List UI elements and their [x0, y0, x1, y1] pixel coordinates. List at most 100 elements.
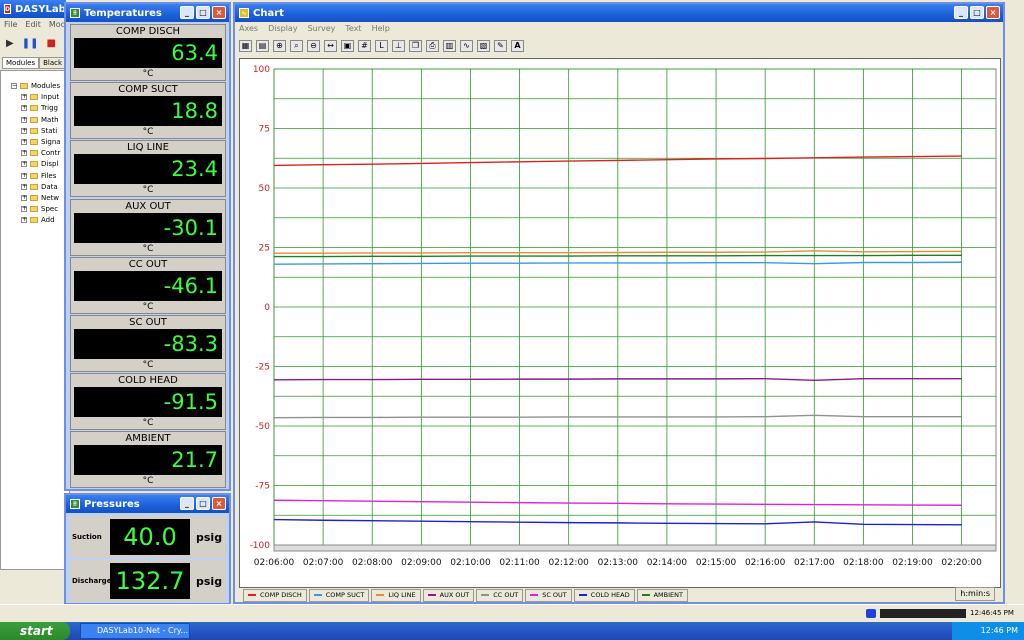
- tree-item[interactable]: + Netw: [11, 193, 69, 204]
- expand-icon[interactable]: +: [21, 94, 27, 101]
- temperature-meter: SC OUT -83.3 °C: [70, 315, 226, 372]
- minimize-button[interactable]: _: [180, 497, 194, 510]
- tab-modules[interactable]: Modules: [2, 57, 40, 69]
- menu-file[interactable]: File: [4, 20, 17, 29]
- expand-icon[interactable]: +: [21, 127, 27, 134]
- expand-icon[interactable]: +: [21, 116, 27, 123]
- x-tick-label: 02:08:00: [352, 558, 393, 568]
- menu-edit[interactable]: Edit: [25, 20, 41, 29]
- temperatures-titlebar[interactable]: ⠿ Temperatures _ □ ×: [66, 4, 229, 22]
- expand-icon[interactable]: +: [21, 139, 27, 146]
- expand-icon[interactable]: +: [21, 217, 27, 224]
- film-icon[interactable]: ▤: [256, 40, 269, 52]
- font-icon[interactable]: A: [511, 40, 524, 52]
- copy-icon[interactable]: ❐: [409, 40, 422, 52]
- zoom-icon[interactable]: ⌕: [290, 40, 303, 52]
- tree-item[interactable]: + Math: [11, 115, 69, 126]
- legend-entry[interactable]: LIQ LINE: [371, 588, 421, 602]
- minimize-button[interactable]: _: [954, 6, 968, 19]
- chart-titlebar[interactable]: ∿ Chart _ □ ×: [235, 4, 1003, 22]
- menu-axes[interactable]: Axes: [239, 24, 258, 33]
- chart-window-icon: ∿: [239, 8, 249, 18]
- cursor-icon[interactable]: ↔: [324, 40, 337, 52]
- legend-entry[interactable]: SC OUT: [525, 588, 572, 602]
- expand-icon[interactable]: −: [11, 83, 17, 89]
- close-button[interactable]: ×: [212, 497, 226, 510]
- layout-icon[interactable]: ▥: [443, 40, 456, 52]
- menu-help[interactable]: Help: [372, 24, 390, 33]
- chart-icon[interactable]: ▦: [239, 40, 252, 52]
- menu-text[interactable]: Text: [345, 24, 361, 33]
- meter-label: SC OUT: [129, 317, 167, 328]
- legend-entry[interactable]: CC OUT: [476, 588, 524, 602]
- stop-icon[interactable]: ■: [46, 38, 55, 49]
- status-indicator: [866, 609, 876, 618]
- brush-icon[interactable]: ✎: [494, 40, 507, 52]
- legend-entry[interactable]: COMP DISCH: [243, 588, 307, 602]
- start-button[interactable]: start: [0, 622, 70, 640]
- discharge-unit: psig: [196, 574, 223, 588]
- folder-icon: [20, 83, 28, 89]
- grid-icon[interactable]: #: [358, 40, 371, 52]
- maximize-button[interactable]: □: [196, 6, 210, 19]
- x-axis-icon[interactable]: L: [375, 40, 388, 52]
- close-button[interactable]: ×: [986, 6, 1000, 19]
- maximize-button[interactable]: □: [196, 497, 210, 510]
- minimize-button[interactable]: _: [180, 6, 194, 19]
- y-axis-icon[interactable]: ⊥: [392, 40, 405, 52]
- tree-item[interactable]: + Add: [11, 215, 69, 226]
- folder-icon: [30, 116, 38, 123]
- tree-item[interactable]: − Modules: [11, 81, 69, 92]
- pressures-titlebar[interactable]: ⠿ Pressures _ □ ×: [66, 495, 229, 513]
- expand-icon[interactable]: +: [21, 172, 27, 179]
- menu-survey[interactable]: Survey: [308, 24, 336, 33]
- app-menu: File Edit Modul: [4, 20, 73, 29]
- legend-swatch: [313, 594, 322, 596]
- tree-item[interactable]: + Trigg: [11, 103, 69, 114]
- save-icon[interactable]: ▣: [341, 40, 354, 52]
- tree-item[interactable]: + Displ: [11, 159, 69, 170]
- tree-item[interactable]: + Signa: [11, 137, 69, 148]
- taskbar-item-dasylab[interactable]: DASYLab10-Net - Cry...: [80, 623, 190, 639]
- legend-entry[interactable]: AUX OUT: [422, 588, 475, 602]
- folder-icon: [30, 127, 38, 134]
- folder-icon: [30, 172, 38, 179]
- tree-item[interactable]: + Input: [11, 92, 69, 103]
- pause-icon[interactable]: ❚❚: [22, 38, 39, 49]
- print-icon[interactable]: ⎙: [426, 40, 439, 52]
- legend-entry[interactable]: COLD HEAD: [573, 588, 635, 602]
- meter-value: 63.4: [74, 38, 222, 68]
- expand-icon[interactable]: +: [21, 161, 27, 168]
- tree-item[interactable]: + Contr: [11, 148, 69, 159]
- legend-entry[interactable]: COMP SUCT: [308, 588, 370, 602]
- tree-item[interactable]: + Stati: [11, 126, 69, 137]
- y-tick-label: 75: [259, 125, 270, 135]
- legend-entry[interactable]: AMBIENT: [636, 588, 688, 602]
- menu-display[interactable]: Display: [268, 24, 298, 33]
- expand-icon[interactable]: +: [21, 183, 27, 190]
- close-button[interactable]: ×: [212, 6, 226, 19]
- expand-icon[interactable]: +: [21, 150, 27, 157]
- tree-item[interactable]: + Files: [11, 171, 69, 182]
- legend-swatch: [641, 594, 650, 596]
- chart-plot[interactable]: 100 75 50 25 0 -25 -50 -75 -100 02:06:00 02:07:00 0…: [239, 58, 1001, 588]
- folder-icon: [30, 217, 38, 224]
- maximize-button[interactable]: □: [970, 6, 984, 19]
- line-chart-icon[interactable]: ∿: [460, 40, 473, 52]
- tree-item[interactable]: + Data: [11, 182, 69, 193]
- tree-item-label: Netw: [41, 194, 60, 203]
- zoom-in-icon[interactable]: ⊕: [273, 40, 286, 52]
- multi-chart-icon[interactable]: ▧: [477, 40, 490, 52]
- meter-unit: °C: [142, 418, 154, 429]
- tree-item-label: Trigg: [41, 104, 58, 113]
- zoom-out-icon[interactable]: ⊖: [307, 40, 320, 52]
- x-tick-label: 02:15:00: [696, 558, 737, 568]
- module-tree: − Modules + Input + Trigg + Math + Stati + Signa + Co…: [1, 71, 69, 227]
- x-tick-label: 02:09:00: [401, 558, 442, 568]
- play-icon[interactable]: ▶: [6, 38, 14, 49]
- expand-icon[interactable]: +: [21, 206, 27, 213]
- temperature-meter: AUX OUT -30.1 °C: [70, 198, 226, 256]
- expand-icon[interactable]: +: [21, 195, 27, 202]
- expand-icon[interactable]: +: [21, 105, 27, 112]
- tree-item[interactable]: + Spec: [11, 204, 69, 215]
